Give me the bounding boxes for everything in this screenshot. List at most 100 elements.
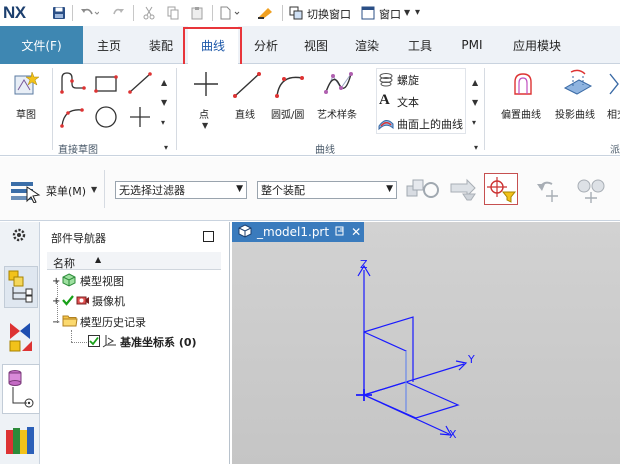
feature-filter-icon[interactable] <box>447 176 479 207</box>
menu-icon[interactable] <box>9 179 41 206</box>
column-header[interactable]: 名称 ▲ <box>47 252 221 270</box>
gear-icon[interactable] <box>10 226 28 247</box>
expand-icon[interactable]: + <box>52 296 62 307</box>
helix-button[interactable]: 螺旋 <box>397 72 419 88</box>
new-document-icon[interactable] <box>218 4 244 22</box>
group-menu-icon[interactable]: ▾ <box>164 143 168 152</box>
collapse-icon[interactable]: − <box>52 317 62 328</box>
gallery-more-icon[interactable]: ▾ <box>472 118 476 127</box>
tab-render[interactable]: 渲染 <box>344 26 390 64</box>
chevron-down-icon: ▼ <box>236 184 243 194</box>
expand-icon[interactable]: + <box>52 276 62 287</box>
constraint-navigator-icon[interactable] <box>6 321 36 358</box>
type-filter-select[interactable]: 无选择过滤器 ▼ <box>115 181 247 199</box>
assembly-navigator-tab[interactable] <box>4 266 38 308</box>
redo-icon[interactable] <box>111 4 127 22</box>
nx-logo: NX <box>3 3 26 22</box>
projected-curve-button[interactable]: 投影曲线 <box>555 106 595 121</box>
circle-icon[interactable] <box>92 104 120 133</box>
line-small-icon[interactable] <box>126 70 154 99</box>
y-axis-label: Y <box>467 353 475 366</box>
curve-on-surface-icon[interactable] <box>378 114 394 133</box>
text-button[interactable]: 文本 <box>397 94 419 110</box>
tab-view[interactable]: 视图 <box>293 26 339 64</box>
profile-icon[interactable] <box>58 70 88 99</box>
tab-tools[interactable]: 工具 <box>397 26 443 64</box>
line-button[interactable]: 直线 <box>235 106 255 121</box>
tab-assembly[interactable]: 装配 <box>137 26 185 64</box>
scroll-down-icon[interactable]: ▼ <box>161 98 167 107</box>
intersect-curve-button[interactable]: 相交 <box>607 106 620 121</box>
undo-icon[interactable] <box>78 4 100 22</box>
point-button[interactable]: 点 <box>199 106 209 121</box>
text-icon[interactable]: A <box>379 92 390 109</box>
curve-on-surface-button[interactable]: 曲面上的曲线 <box>397 116 463 132</box>
tree-line <box>71 342 89 343</box>
save-icon[interactable] <box>50 4 68 22</box>
tree-item-cameras[interactable]: + 摄像机 <box>52 292 232 310</box>
rectangle-icon[interactable] <box>92 72 120 99</box>
selection-scope-select[interactable]: 整个装配 ▼ <box>257 181 397 199</box>
point-icon[interactable] <box>192 70 220 101</box>
tab-analysis[interactable]: 分析 <box>243 26 289 64</box>
switch-window-icon[interactable] <box>288 4 304 22</box>
offset-curve-icon[interactable] <box>509 70 539 103</box>
xz-plane <box>363 331 407 412</box>
scroll-up-icon[interactable]: ▲ <box>161 78 167 87</box>
menu-button[interactable]: 菜单(M) <box>46 183 86 199</box>
studio-spline-button[interactable]: 艺术样条 <box>317 106 357 121</box>
offset-curve-button[interactable]: 偏置曲线 <box>501 106 541 121</box>
point-dropdown-icon[interactable]: ▼ <box>202 121 208 130</box>
point-small-icon[interactable] <box>126 104 154 133</box>
window-menu-label[interactable]: 窗口 <box>379 6 401 22</box>
maximize-icon[interactable] <box>203 231 214 242</box>
tab-application[interactable]: 应用模块 <box>500 26 574 64</box>
arc-circle-button[interactable]: 圆弧/圆 <box>271 106 304 121</box>
close-icon[interactable]: ✕ <box>351 225 361 239</box>
touch-mode-icon[interactable] <box>256 4 276 22</box>
z-axis-label: Z <box>360 258 368 271</box>
navigator-title: 部件导航器 <box>51 232 106 245</box>
undo-selection-icon[interactable] <box>534 176 564 207</box>
cut-icon[interactable] <box>140 4 158 22</box>
snap-point-filter-button[interactable] <box>484 173 518 205</box>
customize-quick-access-icon[interactable]: ▾ <box>415 7 420 18</box>
menu-dropdown-icon[interactable]: ▼ <box>91 185 97 194</box>
ribbon-divider <box>52 68 53 150</box>
arc-circle-icon[interactable] <box>274 70 306 103</box>
toolbar-divider <box>212 5 213 21</box>
studio-spline-icon[interactable] <box>323 68 355 103</box>
intersect-curve-icon[interactable] <box>608 72 620 101</box>
pin-icon[interactable] <box>335 225 345 239</box>
reuse-library-icon[interactable] <box>4 424 38 461</box>
arc-small-icon[interactable] <box>58 104 88 133</box>
sketch-icon[interactable] <box>12 70 44 103</box>
part-file-tab[interactable]: _model1.prt ✕ <box>232 222 364 242</box>
tree-item-model-history[interactable]: − 模型历史记录 <box>52 313 232 331</box>
copy-icon[interactable] <box>164 4 182 22</box>
switch-window-label[interactable]: 切换窗口 <box>307 6 351 22</box>
window-icon[interactable] <box>360 4 376 22</box>
group-menu-icon[interactable]: ▾ <box>474 143 478 152</box>
part-navigator-tab[interactable] <box>2 364 40 414</box>
model-views-icon <box>62 272 80 290</box>
scroll-down-icon[interactable]: ▼ <box>472 98 478 107</box>
tab-home[interactable]: 主页 <box>85 26 133 64</box>
group-curve-label: 曲线 <box>315 145 335 156</box>
checkbox-checked-icon[interactable] <box>88 334 102 350</box>
sketch-button[interactable]: 草图 <box>16 106 36 121</box>
tree-item-model-views[interactable]: + 模型视图 <box>52 272 232 290</box>
tab-pmi[interactable]: PMI <box>450 26 494 64</box>
scroll-up-icon[interactable]: ▲ <box>472 78 478 87</box>
helix-icon[interactable] <box>378 71 394 90</box>
gallery-more-icon[interactable]: ▾ <box>161 118 165 127</box>
check-icon[interactable] <box>62 294 76 309</box>
quick-pick-icon[interactable] <box>574 176 608 207</box>
line-icon[interactable] <box>232 70 262 103</box>
file-menu-tab[interactable]: 文件(F) <box>0 26 83 64</box>
chevron-down-icon[interactable]: ▼ <box>404 8 410 17</box>
assembly-filter-icon[interactable] <box>405 176 441 207</box>
ribbon-divider <box>484 68 485 150</box>
paste-icon[interactable] <box>188 4 206 22</box>
projected-curve-icon[interactable] <box>561 68 593 103</box>
